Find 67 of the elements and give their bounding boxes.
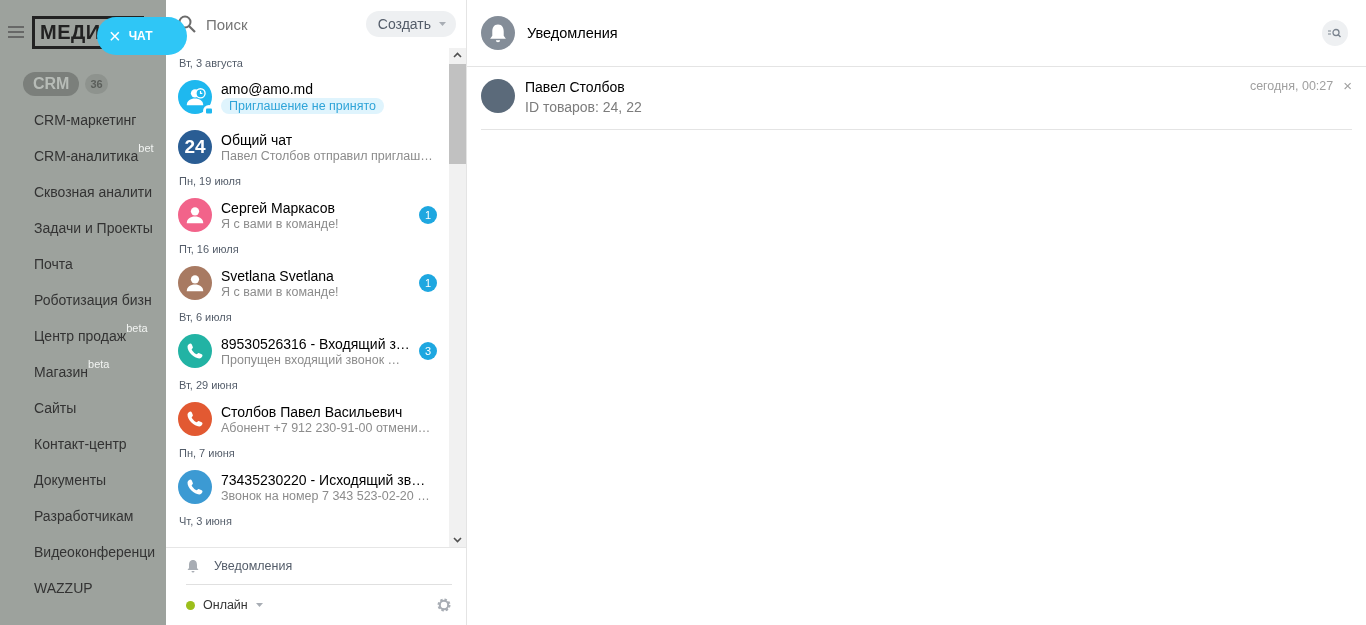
chat-item[interactable]: Сергей Маркасов Я с вами в команде! 1: [166, 190, 449, 240]
message-preview: Звонок на номер 7 343 523-02-20 …: [221, 488, 431, 503]
caret-icon[interactable]: [255, 603, 263, 607]
panel-title: Уведомления: [527, 25, 619, 41]
bell-icon: [186, 559, 200, 573]
date-label: Чт, 3 июня: [178, 514, 233, 529]
chat-name: 73435230220 - Исходящий зв…: [221, 471, 427, 488]
chat-name: Столбов Павел Васильевич: [221, 403, 404, 420]
chat-item[interactable]: 24 Общий чат Павел Столбов отправил приглаш…: [166, 122, 449, 172]
date-label: Вт, 6 июля: [178, 310, 233, 325]
status-dropdown[interactable]: Онлайн: [203, 598, 248, 612]
sidebar-item[interactable]: Разработчикам: [0, 498, 166, 534]
sidebar-item[interactable]: CRM-аналитика$^{bet}$: [0, 138, 166, 174]
sender-name: Павел Столбов: [525, 79, 626, 95]
sidebar-item[interactable]: WAZZUP: [0, 570, 166, 606]
message-preview: Пропущен входящий звонок …: [221, 352, 402, 367]
message-preview: Абонент +7 912 230-91-00 отмени…: [221, 420, 432, 435]
chat-name: Сергей Маркасов: [221, 199, 336, 216]
timestamp: сегодня, 00:27: [1249, 79, 1334, 93]
unread-badge: 3: [419, 342, 437, 360]
chat-item[interactable]: amo@amo.md Приглашение не принято: [166, 72, 449, 122]
status-badge: Приглашение не принято: [221, 97, 384, 114]
date-label: Пт, 16 июля: [178, 242, 240, 257]
date-label: Пн, 19 июля: [178, 174, 242, 189]
menu-icon[interactable]: [8, 26, 24, 38]
date-label: Вт, 29 июня: [178, 378, 239, 393]
group-avatar: 24: [178, 130, 212, 164]
scroll-thumb[interactable]: [449, 64, 466, 164]
chat-item[interactable]: 73435230220 - Исходящий зв… Звонок на номер 7 343 523-02-20 …: [166, 462, 449, 512]
chat-item[interactable]: Svetlana Svetlana Я с вами в команде! 1: [166, 258, 449, 308]
settings-icon[interactable]: [436, 597, 452, 613]
sidebar-item[interactable]: Видеоконференци: [0, 534, 166, 570]
sidebar-item[interactable]: Центр продаж$^{beta}$: [0, 318, 166, 354]
sidebar-item[interactable]: Роботизация бизн: [0, 282, 166, 318]
chat-name: Общий чат: [221, 131, 294, 148]
create-button[interactable]: Создать: [365, 11, 456, 37]
close-button[interactable]: ×: [1343, 79, 1352, 93]
caret-icon: [439, 22, 446, 26]
message-preview: Я с вами в команде!: [221, 284, 340, 299]
sidebar-item[interactable]: Магазин$^{beta}$: [0, 354, 166, 390]
chat-name: 89530526316 - Входящий з…: [221, 335, 410, 352]
chat-item[interactable]: Столбов Павел Васильевич Абонент +7 912 230-91-00 отмени…: [166, 394, 449, 444]
date-label: Пн, 7 июня: [178, 446, 236, 461]
sidebar-item[interactable]: Почта: [0, 246, 166, 282]
photo-placeholder: [481, 79, 515, 113]
sidebar-item[interactable]: CRM-маркетинг: [0, 102, 166, 138]
sidebar-item[interactable]: Сайты: [0, 390, 166, 426]
search-filter-button[interactable]: [1322, 20, 1348, 46]
sidebar-item[interactable]: Контакт-центр: [0, 426, 166, 462]
scrollbar[interactable]: [449, 48, 466, 547]
notifications-link[interactable]: Уведомления: [214, 559, 293, 573]
chat-name: amo@amo.md: [221, 80, 315, 97]
chat-name: Svetlana Svetlana: [221, 267, 335, 284]
sidebar-item[interactable]: Задачи и Проекты: [0, 210, 166, 246]
date-label: Вт, 3 августа: [178, 56, 244, 71]
sidebar-item[interactable]: Документы: [0, 462, 166, 498]
message-preview: Я с вами в команде!: [221, 216, 340, 231]
unread-badge: 1: [419, 206, 437, 224]
unread-badge: 1: [419, 274, 437, 292]
search-icon: [178, 15, 196, 33]
message-preview: Павел Столбов отправил приглаш…: [221, 148, 434, 163]
search-field[interactable]: Поиск: [206, 11, 356, 37]
search-icon: [1328, 28, 1342, 38]
sidebar-item[interactable]: Сквозная аналити: [0, 174, 166, 210]
bell-icon: [481, 16, 515, 50]
notification-text: ID товаров: 24, 22: [525, 99, 643, 115]
chat-item[interactable]: 89530526316 - Входящий з… Пропущен входящий звонок … 3: [166, 326, 449, 376]
